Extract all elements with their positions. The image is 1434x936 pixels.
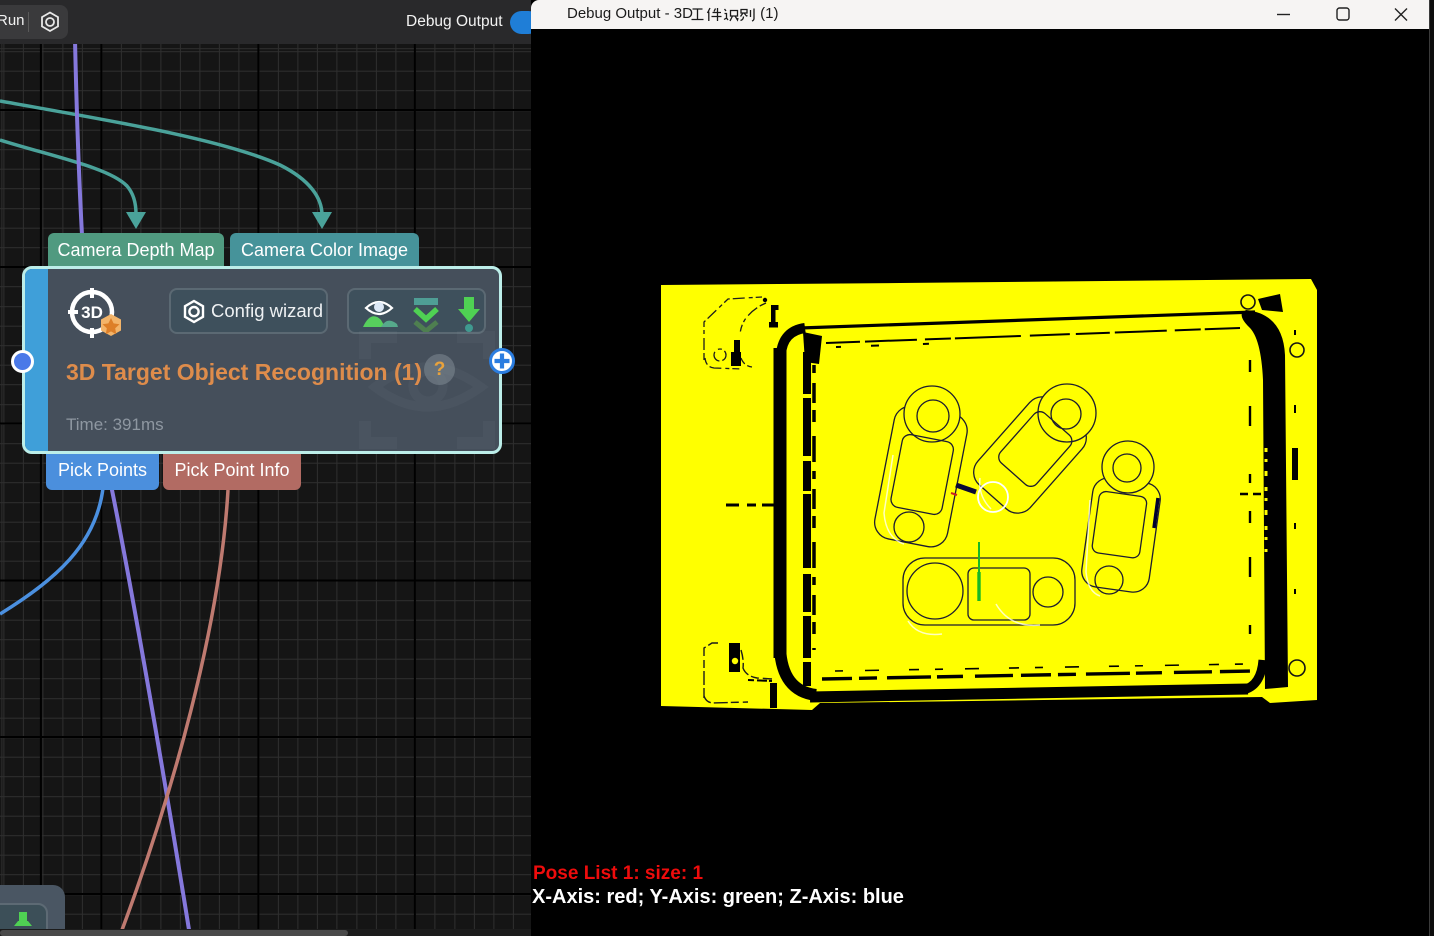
svg-text:3D: 3D (81, 303, 103, 322)
